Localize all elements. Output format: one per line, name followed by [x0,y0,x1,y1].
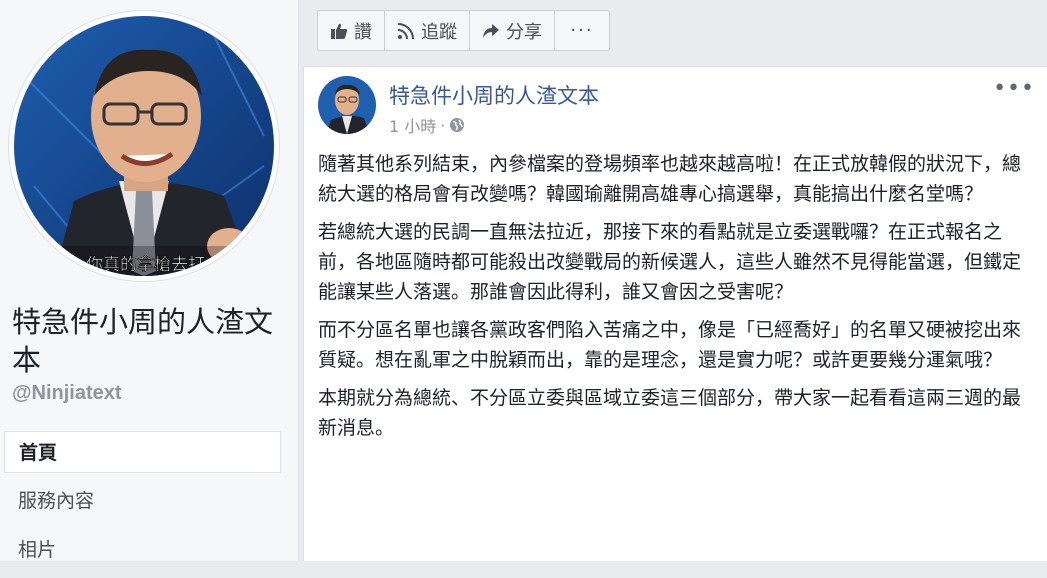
post-author-avatar[interactable] [318,76,376,134]
share-arrow-icon [483,23,499,38]
like-label: 讚 [354,21,372,43]
follow-label: 追蹤 [421,21,457,43]
post-options-icon[interactable]: ••• [993,76,1035,101]
like-button[interactable]: 讚 [318,11,385,50]
share-button[interactable]: 分享 [470,11,555,50]
post-paragraph: 若總統大選的民調一直無法拉近，那接下來的看點就是立委選戰囉？在正式報名之前，各地… [318,221,1022,303]
page-handle[interactable]: @Ninjiatext [12,382,122,405]
share-label: 分享 [506,21,542,43]
post-author-name[interactable]: 特急件小周的人渣文本 [389,80,599,110]
follow-button[interactable]: 追蹤 [385,11,470,50]
page-sidebar: 你真的拿槍去打 特急件小周的人渣文本 @Ninjiatext 首頁 服務內容 相… [0,0,299,561]
profile-picture[interactable]: 你真的拿槍去打 [14,16,274,276]
post-paragraph: 本期就分為總統、不分區立委與區域立委這三個部分，帶大家一起看看這兩三週的最新消息… [318,387,1022,439]
profile-photo-illustration: 你真的拿槍去打 [14,16,274,276]
post-text: 隨著其他系列結束，內參檔案的登場頻率也越來越高啦！在正式放韓假的狀況下，總統大選… [318,149,1038,451]
page-title: 特急件小周的人渣文本 [12,305,274,377]
post-card: 特急件小周的人渣文本 1 小時 · ••• 隨著其他系列結束，內參檔案的登場頻率… [303,66,1047,561]
rss-follow-icon [397,22,414,39]
nav-item-photos[interactable]: 相片 [4,529,281,571]
post-paragraph: 隨著其他系列結束，內參檔案的登場頻率也越來越高啦！在正式放韓假的狀況下，總統大選… [318,153,1022,205]
nav-item-services[interactable]: 服務內容 [4,480,281,522]
page-nav: 首頁 服務內容 相片 [4,431,281,578]
nav-item-home[interactable]: 首頁 [4,431,281,473]
globe-icon[interactable] [449,117,465,133]
post-author-avatar-image [318,76,376,134]
meta-separator: · [440,115,446,135]
post-timestamp[interactable]: 1 小時 [389,113,436,137]
post-meta: 1 小時 · [389,113,465,137]
thumbs-up-icon [331,23,348,39]
post-paragraph: 而不分區名單也讓各黨政客們陷入苦痛之中，像是「已經喬好」的名單又硬被挖出來質疑。… [318,319,1022,371]
more-options-button[interactable]: ··· [555,11,609,50]
page-action-bar: 讚 追蹤 分享 ··· [317,10,610,51]
